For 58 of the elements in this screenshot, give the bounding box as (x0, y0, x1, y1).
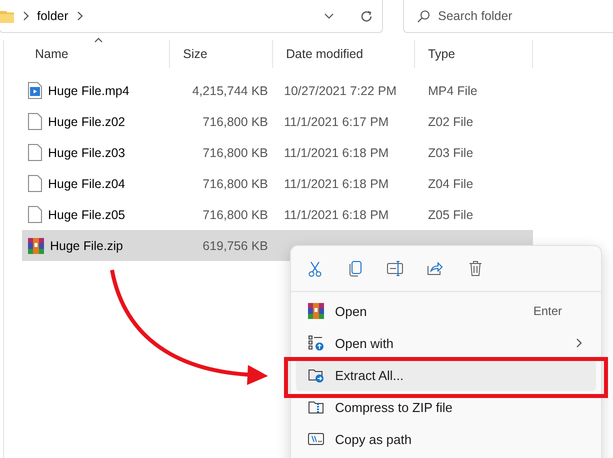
chevron-icon (22, 11, 29, 21)
zip-folder-icon (308, 399, 324, 415)
column-header[interactable]: Size (170, 40, 273, 68)
shortcut-hint: Enter (533, 304, 562, 318)
menu-item[interactable]: Copy as path (296, 423, 596, 455)
file-name: Huge File.z02 (48, 114, 126, 128)
archive-icon (308, 303, 324, 319)
dropdown-icon[interactable] (324, 13, 334, 19)
file-name: Huge File.zip (50, 238, 123, 252)
copy-path-icon (308, 431, 324, 447)
refresh-icon[interactable] (360, 10, 373, 22)
address-bar[interactable]: folder (0, 0, 383, 33)
file-icon (28, 113, 42, 130)
file-row[interactable]: Huge File.z05 716,800 KB 11/1/2021 6:18 PM Z05 File (22, 199, 533, 230)
archive-icon (28, 238, 44, 254)
column-header[interactable]: Date modified (273, 40, 415, 68)
date-modified: 11/1/2021 6:18 PM (283, 208, 390, 222)
file-type: Z05 File (427, 208, 474, 222)
video-file-icon (28, 82, 42, 99)
file-size: 619,756 KB (202, 238, 269, 252)
menu-item[interactable]: Open Enter (296, 295, 596, 327)
file-row[interactable]: Huge File.z03 716,800 KB 11/1/2021 6:18 PM Z03 File (22, 137, 533, 168)
file-size: 716,800 KB (202, 208, 269, 222)
search-icon (417, 10, 430, 22)
file-size: 4,215,744 KB (191, 84, 269, 98)
date-modified: 11/1/2021 6:18 PM (283, 176, 390, 190)
file-row[interactable]: Huge File.z02 716,800 KB 11/1/2021 6:17 PM Z02 File (22, 106, 533, 137)
file-size: 716,800 KB (202, 176, 269, 190)
date-modified: 11/1/2021 6:18 PM (283, 146, 390, 160)
extract-folder-icon (308, 367, 324, 383)
date-modified: 10/27/2021 7:22 PM (283, 84, 398, 98)
chevron-icon (76, 11, 84, 21)
breadcrumb[interactable]: folder (37, 9, 68, 23)
file-row[interactable]: Huge File.z04 716,800 KB 11/1/2021 6:18 PM Z04 File (22, 168, 533, 199)
file-icon (28, 175, 42, 192)
folder-icon (0, 10, 14, 22)
column-header[interactable]: Type (415, 40, 533, 68)
file-name: Huge File.z04 (48, 176, 126, 190)
file-type: Z02 File (427, 114, 474, 128)
search-field[interactable]: Search folder (438, 9, 588, 23)
menu-item[interactable]: Extract All... (296, 359, 596, 391)
menu-item[interactable]: Compress to ZIP file (296, 391, 596, 423)
file-name: Huge File.mp4 (48, 84, 130, 98)
column-header[interactable]: Name (22, 40, 170, 68)
date-modified: 11/1/2021 6:17 PM (283, 114, 390, 128)
file-icon (28, 144, 42, 161)
file-name: Huge File.z03 (48, 146, 126, 160)
open-with-icon (308, 335, 324, 351)
rename-icon[interactable] (385, 258, 405, 278)
file-icon (28, 206, 42, 223)
file-row[interactable]: Huge File.mp4 4,215,744 KB 10/27/2021 7:22 PM MP4 File (22, 75, 533, 106)
file-name: Huge File.z05 (48, 208, 126, 222)
menu-item[interactable]: Open with (296, 327, 596, 359)
file-type: MP4 File (427, 84, 478, 98)
file-size: 716,800 KB (202, 146, 269, 160)
file-type: Z04 File (427, 176, 474, 190)
file-size: 716,800 KB (202, 114, 269, 128)
file-type: Z03 File (427, 146, 474, 160)
